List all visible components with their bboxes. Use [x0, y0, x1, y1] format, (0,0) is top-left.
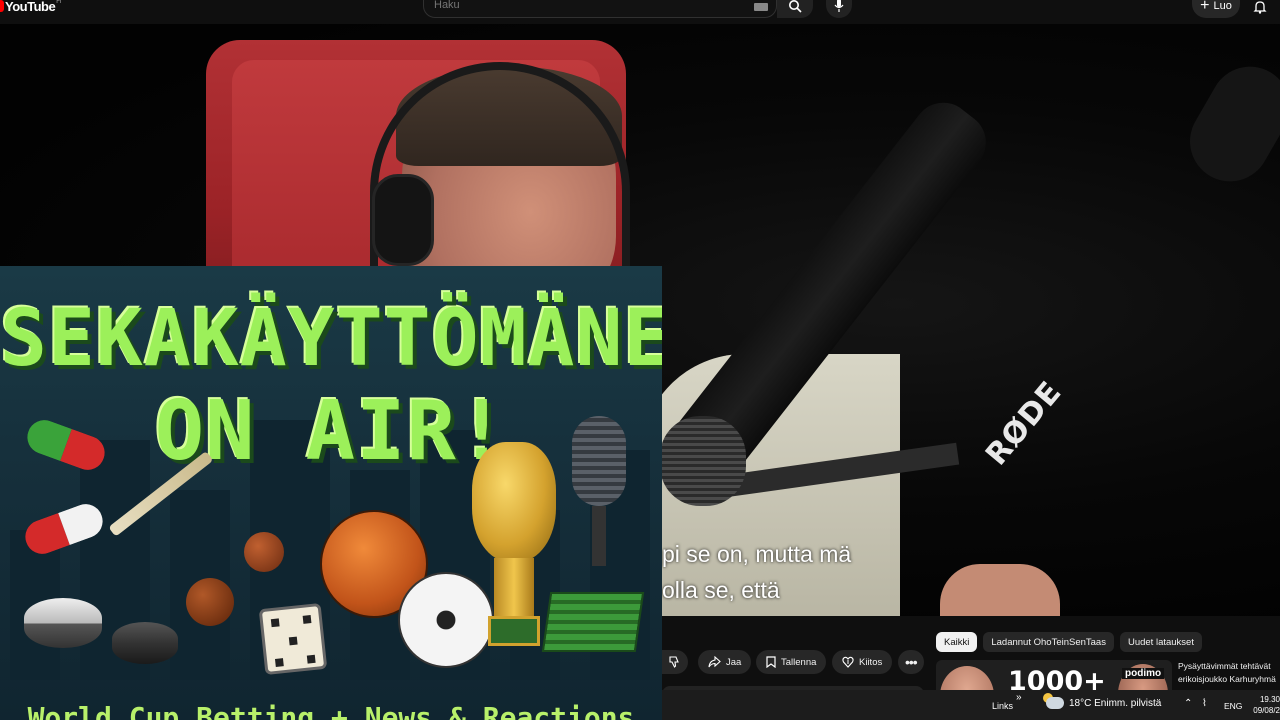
create-button[interactable]: + Luo [1192, 0, 1240, 18]
pixel-mic-stand [592, 506, 606, 566]
system-taskbar: Links » 18°C Enimm. pilvistä ⌃ ⌇ ENG 19.… [662, 690, 1280, 720]
headphones-earcup [372, 174, 434, 266]
search-input[interactable] [434, 0, 734, 11]
thanks-label: Kiitos [859, 656, 883, 668]
cover-title-line-1: SEKAKÄYTTÖMÄNE [0, 294, 662, 384]
recommended-video-channel[interactable]: erikoisjoukko Karhuryhmä [1178, 673, 1280, 685]
bookmark-icon [766, 656, 776, 668]
podcast-cover-overlay: SEKAKÄYTTÖMÄNE ON AIR! World Cup Betting… [0, 266, 662, 720]
chip-new-uploads[interactable]: Uudet lataukset [1119, 632, 1202, 652]
create-label: Luo [1213, 0, 1232, 12]
more-icon: ••• [905, 654, 918, 670]
world-cup-trophy [472, 442, 556, 562]
share-icon [708, 656, 721, 668]
thanks-button[interactable]: Kiitos [832, 650, 893, 674]
pixel-microphone [572, 416, 626, 506]
cloud-sun-icon [1043, 693, 1064, 709]
trophy-stem [494, 558, 534, 618]
chip-from-channel[interactable]: Ladannut OhoTeinSenTaas [983, 632, 1114, 652]
keyboard-icon[interactable] [754, 3, 768, 11]
soccer-ball [398, 572, 494, 668]
cover-caption: World Cup Betting + News & Reactions [27, 701, 635, 720]
trophy-base [488, 616, 540, 646]
subtitle-line-2: olla se, että [662, 577, 780, 603]
voice-search-button[interactable] [826, 0, 852, 18]
language-indicator[interactable]: ENG [1224, 701, 1242, 711]
logo-country-code: FI [56, 0, 62, 5]
network-icon[interactable]: ⌇ [1202, 698, 1207, 709]
small-ball-2 [186, 578, 234, 626]
dice [258, 602, 328, 676]
save-button[interactable]: Tallenna [756, 650, 827, 674]
search-button[interactable] [777, 0, 813, 18]
taskbar-chevron[interactable]: » [1016, 692, 1022, 703]
save-label: Tallenna [781, 656, 817, 668]
studio-microphone [660, 416, 746, 506]
heart-dollar-icon [842, 656, 854, 668]
bell-icon[interactable] [1253, 0, 1267, 14]
clock-time: 19.30 [1259, 695, 1280, 704]
thumbnail-brand: podimo [1122, 668, 1165, 679]
youtube-play-icon [0, 0, 4, 12]
logo-text: YouTube [5, 0, 56, 14]
clock-date: 09/08/2 [1253, 706, 1280, 715]
share-button[interactable]: Jaa [698, 650, 752, 674]
host-hand [940, 564, 1060, 616]
dislike-button[interactable] [662, 650, 688, 674]
more-actions-button[interactable]: ••• [898, 650, 924, 674]
small-ball-1 [244, 532, 284, 572]
video-subtitles: pi se on, mutta mä olla se, että [662, 536, 851, 608]
thumbs-down-icon [669, 656, 679, 668]
youtube-logo[interactable]: YouTube FI [0, 0, 62, 15]
plus-icon: + [1200, 0, 1210, 14]
share-label: Jaa [726, 656, 742, 668]
top-bar: YouTube FI + Luo [0, 0, 1280, 24]
weather-widget[interactable]: 18°C Enimm. pilvistä [1043, 693, 1162, 709]
clock[interactable]: 19.30 09/08/2 [1250, 694, 1280, 716]
chip-all[interactable]: Kaikki [936, 632, 978, 652]
chevron-up-icon[interactable]: ⌃ [1184, 698, 1192, 709]
recommendation-chips: Kaikki Ladannut OhoTeinSenTaas Uudet lat… [936, 632, 1202, 652]
recommended-video-title[interactable]: Pysäyttävimmät tehtävät [1178, 660, 1280, 672]
taskbar-links[interactable]: Links [992, 701, 1013, 711]
search-box[interactable] [423, 0, 777, 18]
black-puck [112, 622, 178, 664]
search-icon [789, 0, 802, 13]
weather-text: 18°C Enimm. pilvistä [1069, 697, 1162, 709]
subtitle-line-1: pi se on, mutta mä [662, 541, 852, 567]
microphone-icon [834, 0, 844, 12]
white-puck [24, 598, 102, 648]
cash-stack [541, 592, 645, 652]
